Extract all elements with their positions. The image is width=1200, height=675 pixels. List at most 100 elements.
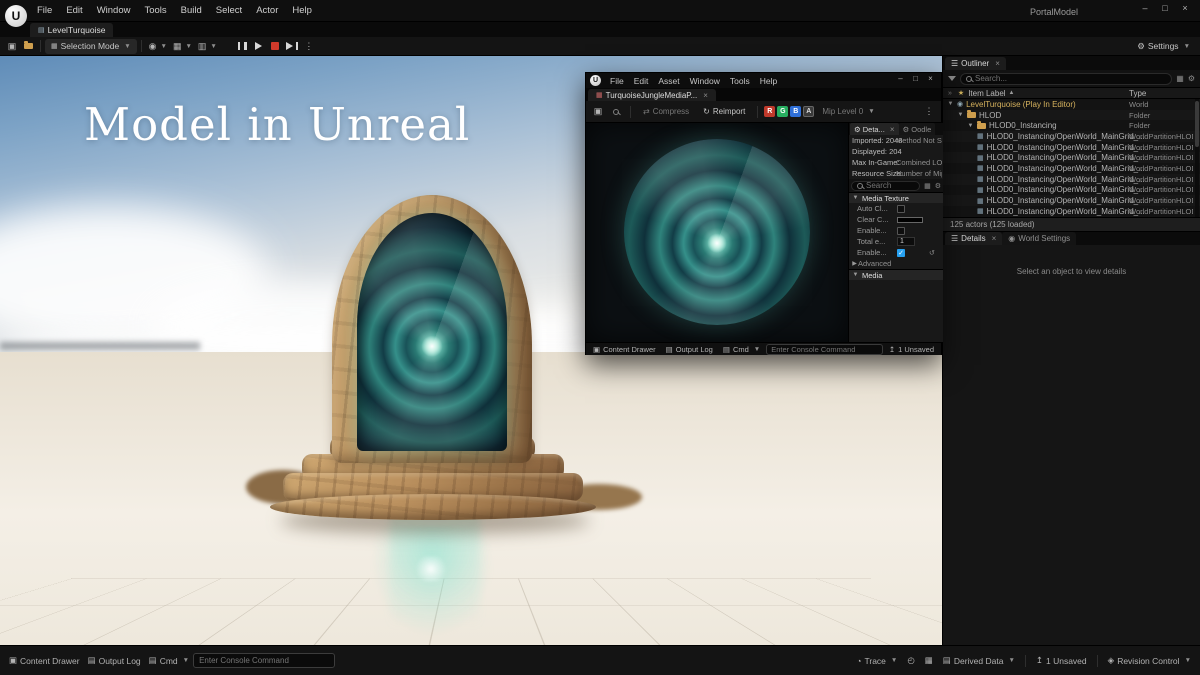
menu-edit[interactable]: Edit <box>629 76 654 86</box>
table-row[interactable]: ▦ HLOD0_Instancing/OpenWorld_MainGrid_..… <box>943 142 1200 153</box>
scrollbar-thumb[interactable] <box>1195 101 1199 147</box>
chevron-down-icon[interactable]: ▼ <box>947 101 954 107</box>
sort-ascending-icon[interactable]: ▲ <box>1009 90 1015 96</box>
table-row[interactable]: ▦ HLOD0_Instancing/OpenWorld_MainGrid_..… <box>943 173 1200 185</box>
tab-oodle[interactable]: ⚙ Oodle <box>898 123 936 135</box>
menu-asset[interactable]: Asset <box>653 76 684 86</box>
table-row[interactable]: ▼ HLOD0_Instancing Folder <box>943 120 1200 131</box>
console-command-box[interactable] <box>193 653 336 668</box>
gear-icon[interactable]: ⚙ <box>1188 74 1195 83</box>
console-command-input[interactable] <box>199 656 330 665</box>
menu-window[interactable]: Window <box>90 5 138 16</box>
minimize-icon[interactable]: – <box>894 74 907 83</box>
selection-mode-dropdown[interactable]: ▦ Selection Mode ▼ <box>45 38 137 54</box>
filter-icon[interactable] <box>948 76 956 81</box>
console-command-box[interactable] <box>766 343 883 355</box>
unsaved-indicator[interactable]: ↥ 1 Unsaved <box>1032 653 1091 669</box>
tab-outliner[interactable]: ☰ Outliner × <box>945 57 1006 70</box>
table-row[interactable]: ▦ HLOD0_Instancing/OpenWorld_MainGrid_..… <box>943 185 1200 196</box>
chevron-down-icon[interactable]: ▼ <box>967 123 974 129</box>
maximize-icon[interactable]: □ <box>1156 3 1174 13</box>
menu-actor[interactable]: Actor <box>249 5 285 16</box>
green-channel-toggle[interactable]: G <box>777 106 789 117</box>
alpha-channel-toggle[interactable]: A <box>803 106 815 117</box>
grid-view-icon[interactable]: ▦ <box>924 182 931 190</box>
close-icon[interactable]: × <box>703 91 708 100</box>
tab-media-texture-asset[interactable]: ▦ TurquoiseJungleMediaP... × <box>588 89 716 101</box>
details-search-box[interactable] <box>851 180 921 191</box>
save-icon[interactable]: ▣ <box>590 104 606 119</box>
texture-preview-viewport[interactable] <box>586 123 848 342</box>
close-icon[interactable]: × <box>924 74 937 83</box>
cmd-dropdown[interactable]: ▤ Cmd ▼ <box>719 343 764 356</box>
eject-button[interactable] <box>283 39 301 54</box>
output-log-button[interactable]: ▤ Output Log <box>662 343 717 356</box>
table-row[interactable]: ▼ HLOD Folder <box>943 109 1200 121</box>
menu-edit[interactable]: Edit <box>59 5 89 16</box>
blueprints-dropdown[interactable]: ▦ ▼ <box>170 39 195 54</box>
menu-tools[interactable]: Tools <box>137 5 173 16</box>
stop-button[interactable] <box>267 39 283 54</box>
reimport-button[interactable]: ↻ Reimport <box>697 104 751 119</box>
minimize-icon[interactable]: – <box>1136 3 1154 13</box>
column-type[interactable]: Type <box>1129 89 1146 98</box>
details-search-input[interactable] <box>866 181 915 190</box>
mip-level-dropdown[interactable]: Mip Level 0 ▼ <box>816 104 880 119</box>
menu-select[interactable]: Select <box>209 5 249 16</box>
content-browser-icon[interactable] <box>20 39 36 54</box>
menu-file[interactable]: File <box>30 5 59 16</box>
table-row[interactable]: ▦ HLOD0_Instancing/OpenWorld_MainGrid_..… <box>943 195 1200 206</box>
outliner-search-input[interactable] <box>975 74 1167 83</box>
value-field[interactable]: 1 <box>897 237 915 246</box>
content-drawer-button[interactable]: ▣ Content Drawer <box>5 653 84 669</box>
menu-help[interactable]: Help <box>755 76 782 86</box>
pause-button[interactable] <box>234 39 251 54</box>
reset-icon[interactable]: ↺ <box>929 249 935 257</box>
close-icon[interactable]: × <box>890 125 895 134</box>
red-channel-toggle[interactable]: R <box>764 106 776 117</box>
column-item-label[interactable]: Item Label <box>968 89 1005 98</box>
menu-window[interactable]: Window <box>685 76 725 86</box>
menu-tools[interactable]: Tools <box>725 76 755 86</box>
tab-details[interactable]: ☰ Details × <box>945 232 1003 245</box>
table-row[interactable]: ▦ HLOD0_Instancing/OpenWorld_MainGrid_..… <box>943 206 1200 217</box>
unreal-logo[interactable]: U <box>5 5 27 27</box>
color-swatch[interactable] <box>897 216 923 223</box>
frame-skip-button[interactable] <box>251 39 267 54</box>
cmd-dropdown[interactable]: ▤ Cmd ▼ <box>145 653 193 669</box>
settings-dropdown[interactable]: ⚙ Settings ▼ <box>1131 39 1196 54</box>
section-media[interactable]: ▼ Media <box>849 269 943 280</box>
content-drawer-button[interactable]: ▣ Content Drawer <box>589 343 660 356</box>
tab-world-settings[interactable]: ◉ World Settings <box>1002 232 1077 245</box>
output-log-button[interactable]: ▤ Output Log <box>84 653 145 669</box>
toolbar-overflow-icon[interactable]: ⋮ <box>921 104 937 119</box>
unsaved-indicator[interactable]: ↥ 1 Unsaved <box>885 343 938 356</box>
cinematics-dropdown[interactable]: ▥ ▼ <box>195 39 220 54</box>
gear-icon[interactable]: ⚙ <box>935 182 941 190</box>
checkbox[interactable] <box>897 204 905 213</box>
browse-to-asset-icon[interactable] <box>608 104 624 119</box>
table-row[interactable]: ▼ ◉ LevelTurquoise (Play In Editor) Worl… <box>943 99 1200 110</box>
advanced-expander[interactable]: ▶ Advanced <box>849 258 943 269</box>
insights-icon[interactable]: ◴ <box>903 653 918 669</box>
media-texture-editor-window[interactable]: U File Edit Asset Window Tools Help – □ … <box>585 72 943 356</box>
grid-view-icon[interactable]: ▦ <box>1176 74 1184 83</box>
grid-status-icon[interactable]: ▦ <box>921 653 937 669</box>
close-icon[interactable]: × <box>1176 3 1194 13</box>
toolbar-overflow-icon[interactable]: ⋮ <box>301 39 317 54</box>
menu-file[interactable]: File <box>605 76 629 86</box>
close-icon[interactable]: × <box>995 59 1000 68</box>
table-row[interactable]: ▦ HLOD0_Instancing/OpenWorld_MainGrid_..… <box>943 152 1200 164</box>
checkbox-checked[interactable]: ✓ <box>897 248 905 257</box>
compress-button[interactable]: ⇄ Compress <box>637 104 695 119</box>
table-row[interactable]: ▦ HLOD0_Instancing/OpenWorld_MainGrid_..… <box>943 163 1200 174</box>
save-icon[interactable]: ▣ <box>4 39 20 54</box>
section-media-texture[interactable]: ▼ Media Texture <box>849 192 943 203</box>
outliner-scrollbar[interactable] <box>1195 99 1199 217</box>
console-command-input[interactable] <box>771 344 878 354</box>
tab-level-turquoise[interactable]: ▤ LevelTurquoise <box>30 23 114 37</box>
media-window-titlebar[interactable]: U File Edit Asset Window Tools Help – □ … <box>586 73 941 88</box>
menu-help[interactable]: Help <box>285 5 319 16</box>
close-icon[interactable]: × <box>992 234 997 243</box>
blue-channel-toggle[interactable]: B <box>790 106 802 117</box>
